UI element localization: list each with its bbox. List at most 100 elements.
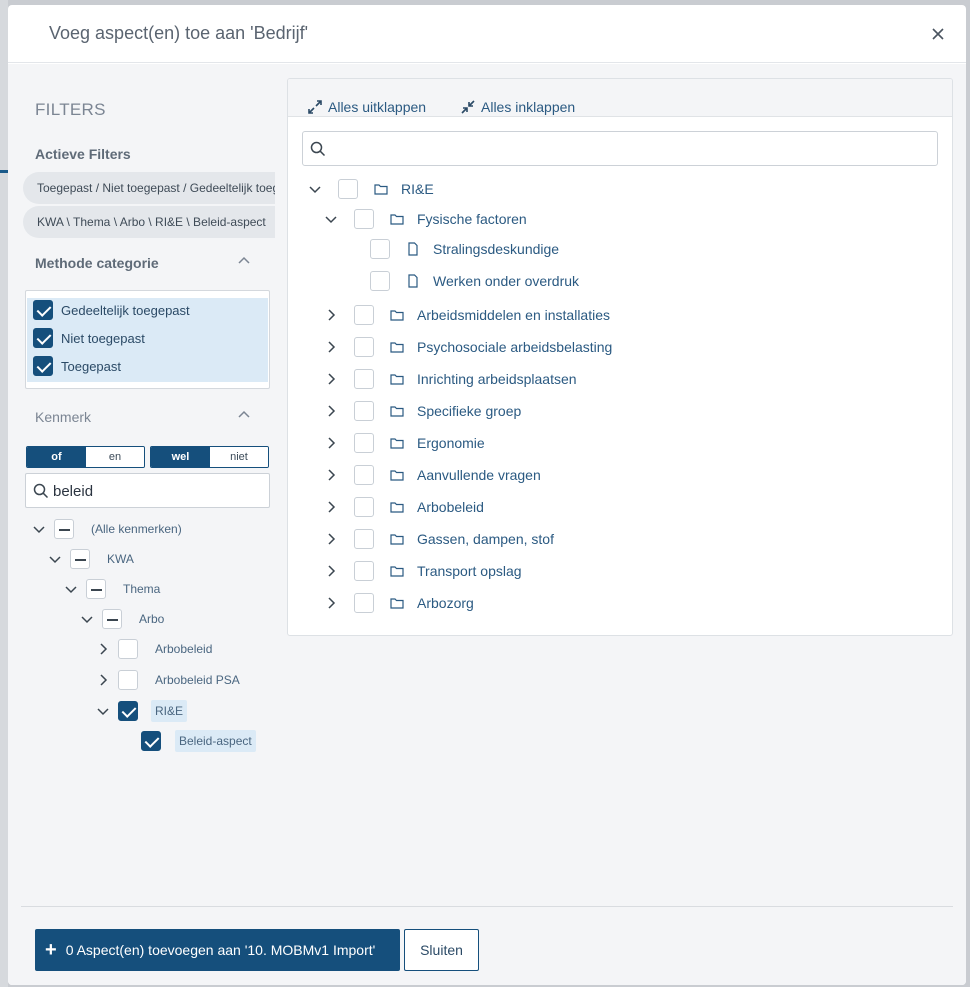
tree-item[interactable]: Thema [64, 578, 160, 600]
chevron-down-icon[interactable] [64, 582, 78, 596]
chevron-down-icon[interactable] [96, 704, 110, 718]
close-dialog-button[interactable]: Sluiten [404, 929, 479, 971]
tree-item[interactable]: Fysische factoren [324, 207, 527, 231]
checkbox[interactable] [118, 701, 138, 721]
collapse-icon [461, 100, 475, 114]
chevron-right-icon[interactable] [324, 532, 338, 546]
tree-item[interactable]: Psychosociale arbeidsbelasting [324, 335, 612, 359]
folder-icon [390, 468, 404, 482]
tree-item[interactable]: Specifieke groep [324, 399, 521, 423]
chevron-right-icon[interactable] [96, 642, 110, 656]
checkbox[interactable] [370, 239, 390, 259]
active-filter-chip[interactable]: Toegepast / Niet toegepast / Gedeeltelij… [23, 172, 275, 204]
checkbox[interactable] [33, 300, 53, 320]
active-filters-title: Actieve Filters [35, 146, 131, 162]
tree-item[interactable]: (Alle kenmerken) [32, 518, 182, 540]
checkbox[interactable] [354, 369, 374, 389]
kenmerk-search-input[interactable] [53, 481, 263, 501]
checkbox[interactable] [118, 670, 138, 690]
tree-item[interactable]: Stralingsdeskundige [370, 237, 559, 261]
folder-icon [390, 340, 404, 354]
chevron-up-icon[interactable] [237, 409, 251, 419]
checkbox[interactable] [354, 497, 374, 517]
checkbox[interactable] [354, 401, 374, 421]
tree-item[interactable]: Beleid-aspect [141, 730, 256, 752]
add-aspects-button[interactable]: + 0 Aspect(en) toevoegen aan '10. MOBMv1… [35, 929, 400, 971]
tree-item-label: Inrichting arbeidsplaatsen [417, 371, 577, 387]
checkbox[interactable] [354, 561, 374, 581]
checkbox[interactable] [33, 328, 53, 348]
tree-item-label: (Alle kenmerken) [91, 522, 182, 536]
chevron-down-icon[interactable] [32, 522, 46, 536]
checkbox[interactable] [338, 179, 358, 199]
dialog-header: Voeg aspect(en) toe aan 'Bedrijf' [8, 5, 966, 63]
toggle-en[interactable]: en [86, 447, 144, 467]
option-label: Toegepast [61, 358, 121, 374]
methode-option[interactable]: Niet toegepast [33, 327, 145, 349]
tree-item-label: Ergonomie [417, 435, 485, 451]
chevron-right-icon[interactable] [324, 340, 338, 354]
collapse-all-label: Alles inklappen [481, 99, 576, 115]
tree-item[interactable]: RI&E [96, 700, 188, 722]
tree-item[interactable]: Gassen, dampen, stof [324, 527, 554, 551]
checkbox[interactable] [54, 519, 74, 539]
collapse-all-button[interactable]: Alles inklappen [461, 98, 575, 116]
active-filter-chip[interactable]: KWA \ Thema \ Arbo \ RI&E \ Beleid-aspec… [23, 206, 275, 238]
aspect-search-input[interactable] [335, 139, 925, 159]
checkbox[interactable] [370, 271, 390, 291]
add-aspects-dialog: Voeg aspect(en) toe aan 'Bedrijf' FILTER… [8, 5, 966, 985]
checkbox[interactable] [102, 609, 122, 629]
checkbox[interactable] [118, 639, 138, 659]
tree-item-label: Gassen, dampen, stof [417, 531, 554, 547]
tree-item[interactable]: Transport opslag [324, 559, 522, 583]
checkbox[interactable] [354, 529, 374, 549]
plus-icon: + [45, 939, 57, 961]
tree-item[interactable]: Arbozorg [324, 591, 474, 615]
tree-item[interactable]: Arbeidsmiddelen en installaties [324, 303, 610, 327]
checkbox[interactable] [33, 356, 53, 376]
checkbox[interactable] [354, 337, 374, 357]
filters-title: FILTERS [35, 100, 106, 119]
tree-item[interactable]: Ergonomie [324, 431, 485, 455]
chevron-up-icon[interactable] [237, 255, 251, 265]
checkbox[interactable] [354, 465, 374, 485]
checkbox[interactable] [86, 579, 106, 599]
tree-item[interactable]: RI&E [308, 177, 434, 201]
checkbox[interactable] [141, 731, 161, 751]
checkbox[interactable] [354, 305, 374, 325]
chevron-down-icon[interactable] [48, 552, 62, 566]
checkbox[interactable] [70, 549, 90, 569]
checkbox[interactable] [354, 209, 374, 229]
tree-item[interactable]: Inrichting arbeidsplaatsen [324, 367, 577, 391]
chevron-right-icon[interactable] [324, 372, 338, 386]
toggle-niet[interactable]: niet [210, 447, 268, 467]
tree-item[interactable]: Arbobeleid [324, 495, 484, 519]
close-button[interactable] [926, 22, 950, 46]
methode-option[interactable]: Gedeeltelijk toegepast [33, 299, 190, 321]
tree-item[interactable]: Arbo [80, 608, 164, 630]
chevron-right-icon[interactable] [324, 308, 338, 322]
chevron-right-icon[interactable] [324, 596, 338, 610]
chevron-right-icon[interactable] [324, 500, 338, 514]
toggle-wel[interactable]: wel [151, 447, 210, 467]
toggle-of[interactable]: of [27, 447, 86, 467]
expand-all-button[interactable]: Alles uitklappen [308, 98, 426, 116]
tree-item[interactable]: KWA [48, 548, 134, 570]
chevron-right-icon[interactable] [324, 436, 338, 450]
chevron-right-icon[interactable] [324, 468, 338, 482]
checkbox[interactable] [354, 593, 374, 613]
chevron-right-icon[interactable] [324, 564, 338, 578]
chevron-right-icon[interactable] [96, 673, 110, 687]
chevron-right-icon[interactable] [324, 404, 338, 418]
tree-item[interactable]: Arbobeleid [96, 638, 212, 660]
chevron-down-icon[interactable] [324, 212, 338, 226]
folder-icon [390, 212, 404, 226]
chevron-down-icon[interactable] [308, 182, 322, 196]
tree-item[interactable]: Arbobeleid PSA [96, 669, 240, 691]
tree-item[interactable]: Aanvullende vragen [324, 463, 541, 487]
chevron-down-icon[interactable] [80, 612, 94, 626]
checkbox[interactable] [354, 433, 374, 453]
methode-option[interactable]: Toegepast [33, 355, 121, 377]
tree-item[interactable]: Werken onder overdruk [370, 269, 579, 293]
folder-icon [390, 532, 404, 546]
